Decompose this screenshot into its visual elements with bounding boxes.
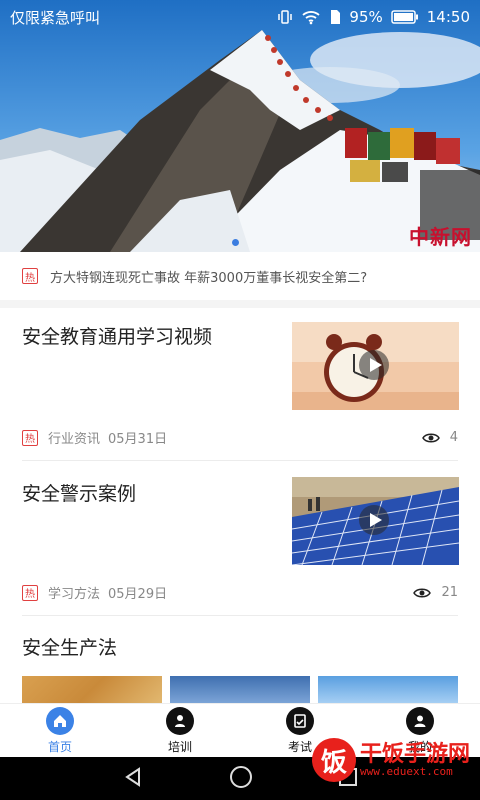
site-watermark: 饭 干饭手游网 www.eduext.com bbox=[311, 738, 470, 782]
article-date: 05月31日 bbox=[108, 432, 168, 447]
nav-training[interactable]: 培训 bbox=[120, 704, 240, 757]
home-circle-icon[interactable] bbox=[229, 765, 253, 793]
status-bar: 仅限紧急呼叫 95% 14:50 bbox=[0, 0, 480, 34]
hot-badge: 热 bbox=[22, 268, 38, 284]
nav-home[interactable]: 首页 bbox=[0, 704, 120, 757]
nav-exam-label: 考试 bbox=[287, 739, 312, 754]
watermark-text: 干饭手游网 www.eduext.com bbox=[360, 743, 470, 778]
nav-home-label: 首页 bbox=[47, 739, 72, 754]
section-thumbnail[interactable] bbox=[22, 676, 162, 704]
article-category: 学习方法 bbox=[48, 587, 101, 602]
battery-percent: 95% bbox=[349, 8, 383, 26]
home-icon bbox=[46, 706, 74, 735]
watermark-name: 干饭手游网 bbox=[359, 741, 470, 767]
article-date: 05月29日 bbox=[108, 587, 168, 602]
article-thumbnail[interactable] bbox=[292, 477, 459, 565]
section-thumbnail[interactable] bbox=[318, 676, 458, 704]
battery-icon bbox=[391, 10, 419, 24]
hot-badge: 热 bbox=[22, 429, 38, 446]
section-title: 安全生产法 bbox=[22, 637, 118, 659]
carrier-text: 仅限紧急呼叫 bbox=[10, 8, 101, 27]
training-icon bbox=[166, 706, 194, 735]
section-thumbnail[interactable] bbox=[170, 676, 310, 704]
watermark-logo: 饭 bbox=[311, 738, 356, 782]
clock-video-image bbox=[292, 322, 459, 410]
article-category: 行业资讯 bbox=[48, 432, 101, 447]
article-meta: 热 行业资讯 05月31日 4 bbox=[22, 428, 458, 447]
view-count: 21 bbox=[413, 585, 458, 600]
back-icon[interactable] bbox=[122, 766, 144, 792]
news-ticker[interactable]: 热 方大特钢连现死亡事故 年薪3000万董事长视安全第二? bbox=[0, 252, 480, 308]
watermark-url: www.eduext.com bbox=[359, 764, 453, 778]
divider bbox=[22, 460, 458, 461]
article-title[interactable]: 安全警示案例 bbox=[22, 479, 136, 506]
banner-image bbox=[0, 0, 480, 252]
nav-training-label: 培训 bbox=[167, 739, 192, 754]
wifi-icon bbox=[301, 9, 321, 25]
banner-page-indicator bbox=[232, 239, 239, 246]
article-title[interactable]: 安全教育通用学习视频 bbox=[22, 322, 212, 349]
sim-icon bbox=[329, 9, 341, 25]
article-card[interactable]: 安全教育通用学习视频 热 行业资讯 05月31日 4 bbox=[0, 308, 480, 462]
eye-icon bbox=[413, 588, 432, 597]
view-count-value: 4 bbox=[449, 430, 458, 445]
ticker-headline[interactable]: 方大特钢连现死亡事故 年薪3000万董事长视安全第二? bbox=[50, 267, 367, 286]
clock: 14:50 bbox=[426, 8, 470, 26]
divider bbox=[22, 615, 458, 616]
view-count: 4 bbox=[421, 430, 458, 445]
solar-panel-image bbox=[292, 477, 459, 565]
top-banner[interactable]: 中新网 bbox=[0, 0, 480, 252]
article-thumbnail[interactable] bbox=[292, 322, 459, 410]
status-icons: 95% 14:50 bbox=[277, 8, 470, 26]
banner-watermark: 中新网 bbox=[409, 225, 472, 249]
eye-icon bbox=[421, 433, 440, 442]
exam-icon bbox=[286, 706, 314, 735]
view-count-value: 21 bbox=[441, 585, 458, 600]
hot-badge: 热 bbox=[22, 584, 38, 601]
article-card[interactable]: 安全警示案例 热 学习方法 05月29日 21 bbox=[0, 463, 480, 617]
profile-icon bbox=[406, 706, 434, 735]
vibrate-icon bbox=[277, 9, 293, 25]
article-meta: 热 学习方法 05月29日 21 bbox=[22, 583, 458, 602]
